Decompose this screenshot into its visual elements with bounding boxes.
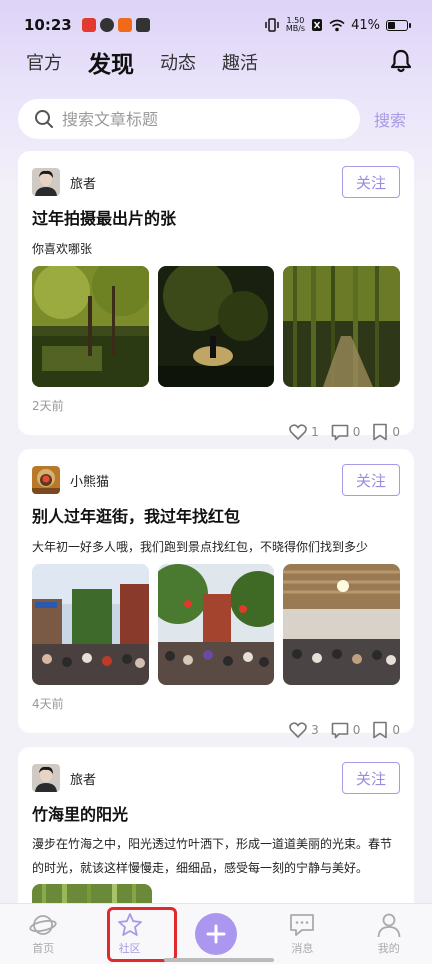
post-title: 过年拍摄最出片的张 <box>32 209 177 228</box>
battery-level <box>388 21 395 29</box>
avatar[interactable] <box>32 168 60 196</box>
avatar[interactable] <box>32 764 60 792</box>
comment-icon <box>331 424 349 440</box>
post-stats: 1 0 0 <box>32 420 400 444</box>
search-box[interactable] <box>18 99 360 139</box>
add-post-button[interactable] <box>194 913 237 955</box>
nav-community-label: 社区 <box>118 942 141 955</box>
shop-notification-icon <box>117 18 132 32</box>
comment-stat[interactable]: 0 <box>331 722 361 739</box>
comment-icon <box>331 722 349 738</box>
notification-bell-icon[interactable] <box>388 48 414 74</box>
chat-icon <box>290 914 315 936</box>
search-button[interactable]: 搜索 <box>374 107 406 131</box>
post-image[interactable] <box>32 266 149 387</box>
follow-button[interactable]: 关注 <box>342 166 400 198</box>
heart-icon <box>289 424 307 440</box>
bookmark-icon <box>373 423 388 441</box>
bookmark-count: 0 <box>392 723 400 737</box>
net-speed: 1.50 MB/s <box>286 17 305 33</box>
like-count: 1 <box>311 425 319 439</box>
username[interactable]: 小熊猫 <box>70 471 109 490</box>
tab-official[interactable]: 官方 <box>26 49 62 75</box>
nav-profile-label: 我的 <box>377 942 400 955</box>
avatar[interactable] <box>32 466 60 494</box>
post-image[interactable] <box>157 266 275 387</box>
post-image[interactable] <box>157 564 275 685</box>
nav-home[interactable]: 首页 <box>7 912 79 956</box>
post-description: 大年初一好多人哦，我们跑到景点找红包，不晓得你们找到多少 <box>32 540 369 554</box>
user-icon <box>377 913 401 938</box>
bookmark-count: 0 <box>392 425 400 439</box>
post-card[interactable]: 旅者 关注 竹海里的阳光 漫步在竹海之中，阳光透过竹叶洒下，形成一道道美丽的光束… <box>18 747 414 917</box>
sim-off-icon <box>312 19 323 31</box>
plus-icon <box>206 924 226 944</box>
post-image[interactable] <box>283 564 401 685</box>
post-card[interactable]: 旅者 关注 过年拍摄最出片的张 你喜欢哪张 2天前 1 0 0 <box>18 151 414 441</box>
heart-icon <box>289 722 307 738</box>
home-indicator <box>164 958 274 962</box>
post-images <box>32 266 401 387</box>
tab-discover[interactable]: 发现 <box>88 45 134 79</box>
like-stat[interactable]: 3 <box>289 722 319 738</box>
bookmark-stat[interactable]: 0 <box>372 721 400 739</box>
nav-home-label: 首页 <box>32 942 55 955</box>
post-image[interactable] <box>32 564 149 685</box>
username[interactable]: 旅者 <box>70 173 96 192</box>
post-title: 竹海里的阳光 <box>32 805 129 824</box>
battery-icon <box>386 19 411 31</box>
status-time: 10:23 <box>24 16 72 34</box>
tab-activities[interactable]: 趣活 <box>222 49 258 75</box>
username[interactable]: 旅者 <box>70 769 96 788</box>
post-card[interactable]: 小熊猫 关注 别人过年逛街，我过年找红包 大年初一好多人哦，我们跑到景点找红包，… <box>18 449 414 739</box>
comment-count: 0 <box>352 723 361 737</box>
link-notification-icon <box>99 18 114 32</box>
follow-button[interactable]: 关注 <box>342 762 400 794</box>
message-notification-icon <box>135 18 150 32</box>
follow-button[interactable]: 关注 <box>342 464 400 496</box>
post-images <box>32 564 401 685</box>
like-stat[interactable]: 1 <box>289 424 319 440</box>
search-bar: 搜索 <box>18 99 418 139</box>
planet-icon <box>29 915 57 935</box>
net-speed-unit: MB/s <box>285 24 306 33</box>
comment-count: 0 <box>352 425 361 439</box>
vibrate-icon <box>265 18 279 32</box>
post-time: 4天前 <box>32 697 64 711</box>
nav-messages[interactable]: 消息 <box>266 912 338 956</box>
bottom-nav: 首页 社区 消息 我的 <box>0 903 432 964</box>
wifi-icon <box>329 19 345 31</box>
nav-profile[interactable]: 我的 <box>353 912 425 956</box>
post-time: 2天前 <box>32 399 64 413</box>
app-notification-icon <box>81 18 96 32</box>
search-icon <box>35 110 53 128</box>
nav-add[interactable] <box>180 913 252 955</box>
post-stats: 3 0 0 <box>32 718 400 742</box>
top-tabs: 官方 发现 动态 趣活 <box>26 40 258 84</box>
like-count: 3 <box>311 723 319 737</box>
bookmark-icon <box>373 721 388 739</box>
nav-community[interactable]: 社区 <box>94 912 166 956</box>
battery-percent: 41% <box>351 17 380 33</box>
tab-feed[interactable]: 动态 <box>160 49 196 75</box>
comment-stat[interactable]: 0 <box>331 424 361 441</box>
star-icon <box>117 913 142 936</box>
post-title: 别人过年逛街，我过年找红包 <box>32 507 241 526</box>
post-image[interactable] <box>283 266 401 387</box>
post-description: 你喜欢哪张 <box>32 242 93 256</box>
nav-messages-label: 消息 <box>291 942 314 955</box>
search-input[interactable] <box>62 109 342 129</box>
post-description: 漫步在竹海之中，阳光透过竹叶洒下，形成一道道美丽的光束。春节的时光，就该这样慢慢… <box>32 837 393 875</box>
bookmark-stat[interactable]: 0 <box>372 423 400 441</box>
